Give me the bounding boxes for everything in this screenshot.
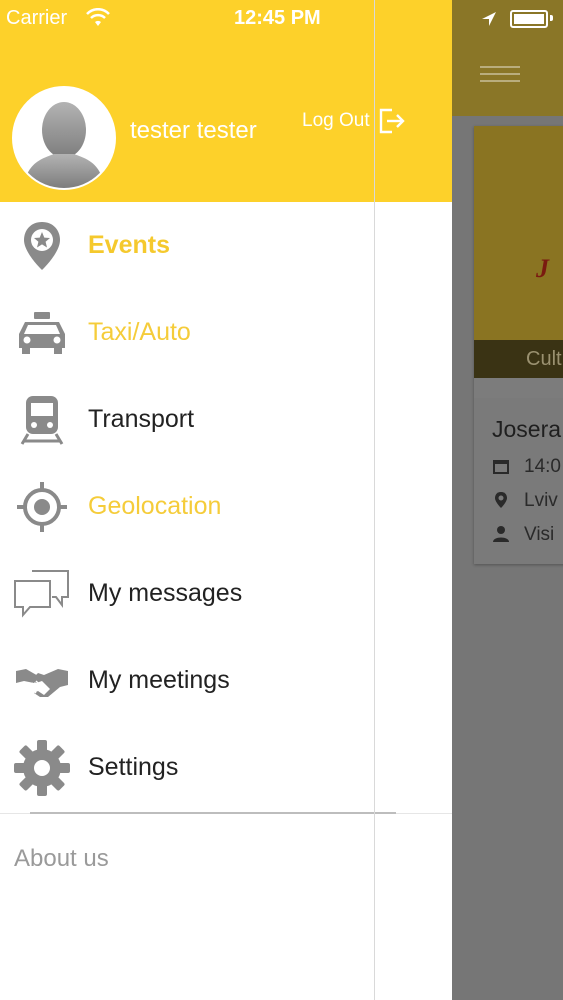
gear-icon bbox=[12, 738, 72, 798]
menu-label-transport: Transport bbox=[88, 405, 195, 433]
vertical-divider bbox=[374, 0, 375, 1000]
menu-label-taxi: Taxi/Auto bbox=[88, 318, 191, 346]
person-icon bbox=[493, 526, 509, 542]
menu-item-taxi[interactable]: Taxi/Auto bbox=[0, 289, 452, 376]
logout-icon bbox=[379, 108, 405, 134]
event-visitors-row: Visi bbox=[492, 524, 554, 546]
side-drawer: Carrier 12:45 PM tester tester Log Out E… bbox=[0, 0, 452, 1000]
menu-label-messages: My messages bbox=[88, 579, 243, 607]
event-card-image: J bbox=[474, 126, 563, 340]
avatar[interactable] bbox=[12, 86, 116, 190]
wifi-icon bbox=[86, 8, 110, 26]
menu-label-events: Events bbox=[88, 231, 170, 259]
carrier-label: Carrier bbox=[6, 7, 68, 29]
user-silhouette-icon bbox=[24, 102, 104, 188]
menu-item-geolocation[interactable]: Geolocation bbox=[0, 463, 452, 550]
handshake-icon bbox=[12, 651, 72, 711]
event-location-row: Lviv bbox=[492, 490, 558, 512]
logout-button[interactable]: Log Out bbox=[302, 106, 406, 136]
event-card[interactable]: J Cult Josera 14:0 Lviv Visi bbox=[474, 126, 563, 564]
menu-item-messages[interactable]: My messages bbox=[0, 550, 452, 637]
drawer-header: Carrier 12:45 PM tester tester Log Out bbox=[0, 0, 452, 202]
logout-label: Log Out bbox=[302, 110, 370, 131]
event-category-tag: Cult bbox=[474, 340, 563, 378]
chat-bubbles-icon bbox=[12, 564, 72, 624]
menu-item-transport[interactable]: Transport bbox=[0, 376, 452, 463]
crosshair-icon bbox=[12, 477, 72, 537]
user-name: tester tester bbox=[130, 117, 257, 144]
event-date-row: 14:0 bbox=[492, 456, 561, 478]
location-pin-icon bbox=[495, 492, 507, 508]
menu-label-settings: Settings bbox=[88, 753, 179, 781]
hamburger-menu-icon[interactable] bbox=[480, 66, 520, 86]
map-pin-star-icon bbox=[12, 216, 72, 276]
event-logo: J bbox=[536, 254, 549, 283]
menu-label-geolocation: Geolocation bbox=[88, 492, 222, 520]
menu-label-meetings: My meetings bbox=[88, 666, 230, 694]
taxi-icon bbox=[12, 303, 72, 363]
about-us-link[interactable]: About us bbox=[14, 845, 109, 873]
menu-item-events[interactable]: Events bbox=[0, 202, 452, 289]
status-bar: Carrier 12:45 PM bbox=[0, 0, 452, 38]
train-icon bbox=[12, 390, 72, 450]
battery-icon bbox=[510, 10, 548, 28]
event-title: Josera bbox=[492, 416, 562, 442]
divider-accent bbox=[30, 812, 396, 814]
menu-item-meetings[interactable]: My meetings bbox=[0, 637, 452, 724]
location-arrow-icon bbox=[482, 12, 496, 26]
drawer-menu: Events Taxi/Auto Transport Geolocation M… bbox=[0, 202, 452, 811]
menu-item-settings[interactable]: Settings bbox=[0, 724, 452, 811]
calendar-icon bbox=[493, 460, 509, 474]
clock: 12:45 PM bbox=[234, 7, 321, 29]
